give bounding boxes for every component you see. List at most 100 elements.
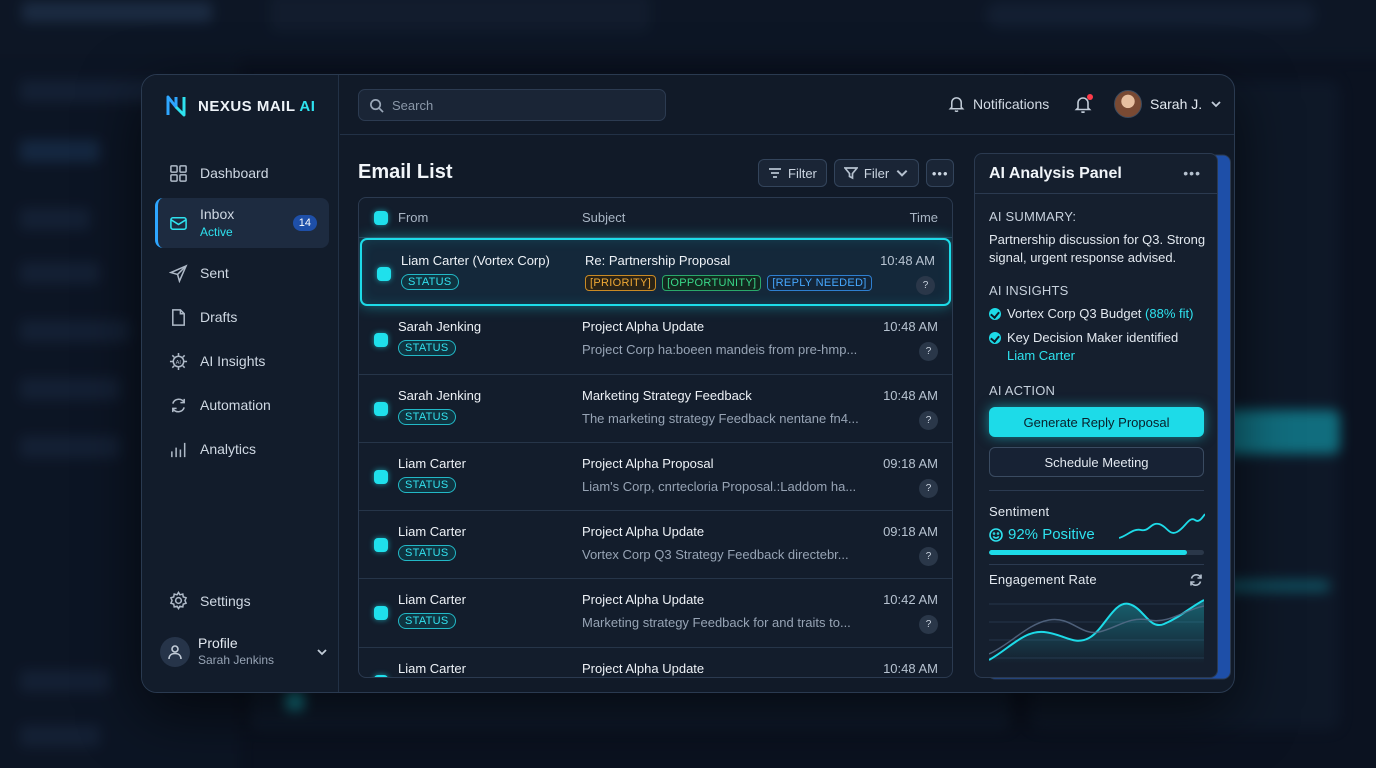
gear-icon	[169, 591, 188, 610]
row-subject: Marketing Strategy Feedback	[582, 387, 752, 403]
row-checkbox[interactable]	[374, 469, 388, 484]
help-icon[interactable]: ?	[919, 342, 938, 362]
sidebar-item-label: Dashboard	[200, 165, 269, 181]
schedule-meeting-button[interactable]: Schedule Meeting	[989, 447, 1204, 477]
sidebar-item-label: Drafts	[200, 309, 238, 325]
table-row[interactable]: Sarah Jenking STATUS Marketing Strategy …	[359, 375, 952, 443]
row-subject: Project Alpha Update	[582, 524, 705, 540]
search-box[interactable]	[358, 89, 666, 121]
table-row[interactable]: Liam Carter STATUS Project Alpha Update …	[359, 579, 952, 648]
row-checkbox[interactable]	[374, 606, 388, 621]
row-preview: Liam's Corp, cnrtecloria Proposal.:Laddo…	[582, 478, 857, 494]
insight-item: Vortex Corp Q3 Budget (88% fit)	[989, 305, 1214, 323]
notifications-label: Notifications	[973, 95, 1050, 112]
row-checkbox[interactable]	[374, 538, 388, 553]
profile-name: Sarah Jenkins	[198, 653, 275, 667]
help-icon[interactable]: ?	[919, 615, 938, 635]
brand-name: NEXUS MAIL AI	[198, 97, 316, 115]
brand-logo[interactable]: NEXUS MAIL AI	[166, 95, 315, 117]
help-icon[interactable]: ?	[919, 478, 938, 498]
opportunity-tag: [OPPORTUNITY]	[662, 275, 762, 291]
sidebar-item-sent[interactable]: Sent	[155, 251, 329, 295]
help-icon[interactable]: ?	[916, 276, 935, 295]
filer-dropdown[interactable]: Filer	[833, 159, 920, 187]
profile-label: Profile	[198, 635, 238, 651]
lines-filter-icon	[769, 168, 781, 178]
ai-analysis-panel: AI Analysis Panel ••• AI SUMMARY: Partne…	[974, 153, 1218, 678]
column-time: Time	[909, 210, 938, 225]
row-checkbox[interactable]	[374, 333, 388, 348]
row-checkbox[interactable]	[374, 674, 388, 677]
funnel-icon	[843, 167, 858, 180]
unread-dot	[1087, 94, 1093, 100]
engagement-chart	[989, 599, 1204, 664]
ai-summary-text: Partnership discussion for Q3. Strong si…	[989, 232, 1206, 265]
top-bar: Notifications Sarah J.	[340, 75, 1234, 135]
document-icon	[172, 308, 185, 326]
row-checkbox[interactable]	[377, 267, 391, 281]
sidebar-item-label: Analytics	[200, 441, 257, 457]
chevron-down-icon	[317, 649, 327, 656]
sidebar-item-analytics[interactable]: Analytics	[155, 427, 329, 471]
row-tags: [PRIORITY] [OPPORTUNITY] [REPLY NEEDED]	[585, 275, 872, 291]
ai-summary-heading: AI SUMMARY:	[989, 209, 1077, 224]
sidebar-item-automation[interactable]: Automation	[155, 383, 329, 427]
ai-insights-heading: AI INSIGHTS	[989, 283, 1069, 298]
inbox-status: Active	[200, 225, 233, 239]
table-row[interactable]: Liam Carter STATUS Project Alpha Update …	[359, 511, 952, 580]
row-time: 09:18 AM	[883, 524, 938, 540]
avatar	[1114, 90, 1142, 118]
status-badge: STATUS	[398, 613, 456, 630]
settings-label: Settings	[200, 592, 251, 609]
status-badge: STATUS	[398, 408, 456, 425]
help-icon[interactable]: ?	[919, 547, 938, 567]
profile-menu[interactable]: Profile Sarah Jenkins	[160, 635, 328, 669]
filer-label: Filer	[863, 165, 890, 181]
select-all-checkbox[interactable]	[374, 211, 388, 225]
bar-chart-icon	[171, 442, 186, 457]
filter-button[interactable]: Filter	[758, 159, 827, 187]
bell-icon	[948, 97, 965, 112]
user-menu[interactable]: Sarah J.	[1114, 90, 1222, 118]
more-options-button[interactable]: •••	[926, 159, 955, 187]
column-from: From	[398, 210, 429, 225]
user-icon	[168, 645, 182, 660]
ai-panel-title: AI Analysis Panel	[989, 165, 1122, 182]
smile-icon	[989, 527, 1003, 542]
svg-text:AI: AI	[176, 359, 182, 365]
sidebar-item-drafts[interactable]: Drafts	[155, 295, 329, 339]
ai-action-heading: AI ACTION	[989, 383, 1056, 398]
row-from: Sarah Jenking	[398, 387, 482, 403]
insight-item: Key Decision Maker identified Liam Carter	[989, 329, 1214, 365]
email-list-title: Email List	[358, 161, 453, 183]
insight-text: Key Decision Maker identified	[1007, 330, 1179, 345]
table-row[interactable]: Liam Carter (Vortex Corp) STATUS Re: Par…	[360, 238, 951, 307]
table-row[interactable]: Liam Carter Project Alpha Update 10:48 A…	[359, 648, 952, 677]
status-badge: STATUS	[398, 340, 456, 357]
table-row[interactable]: Sarah Jenking STATUS Project Alpha Updat…	[359, 306, 952, 375]
row-from: Liam Carter (Vortex Corp)	[401, 253, 550, 268]
table-row[interactable]: Liam Carter STATUS Project Alpha Proposa…	[359, 443, 952, 512]
chevron-down-icon	[1211, 101, 1221, 108]
row-checkbox[interactable]	[374, 401, 388, 416]
notifications-button[interactable]: Notifications	[948, 95, 1049, 112]
sentiment-sparkline	[1119, 513, 1205, 539]
sidebar-item-settings[interactable]: Settings	[169, 591, 251, 610]
refresh-icon[interactable]	[1189, 573, 1203, 587]
search-input[interactable]	[392, 97, 652, 113]
row-time: 09:18 AM	[883, 455, 938, 471]
help-icon[interactable]: ?	[919, 410, 938, 430]
sidebar-item-inbox[interactable]: Inbox Active 14	[155, 198, 329, 248]
alerts-button[interactable]	[1074, 94, 1093, 114]
sidebar-item-ai-insights[interactable]: AI AI Insights AI	[155, 154, 1231, 680]
sidebar-item-dashboard[interactable]: Dashboard	[155, 151, 329, 195]
generate-reply-button[interactable]: Generate Reply Proposal	[989, 407, 1204, 437]
row-time: 10:48 AM	[883, 319, 938, 335]
insight-highlight[interactable]: Liam Carter	[1007, 348, 1075, 363]
more-icon[interactable]: •••	[1183, 165, 1201, 181]
sentiment-progress-fill	[989, 550, 1187, 555]
more-icon: •••	[931, 165, 949, 181]
sidebar-item-label: Automation	[200, 397, 271, 413]
row-from: Liam Carter	[398, 524, 466, 540]
inbox-icon	[170, 216, 187, 230]
